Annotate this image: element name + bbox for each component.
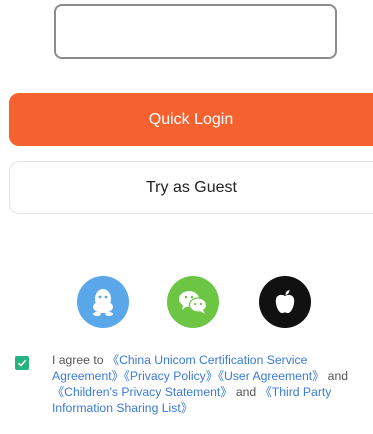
agreement-checkbox[interactable]	[15, 356, 29, 370]
qq-login-button[interactable]	[77, 276, 129, 328]
phone-input-field[interactable]	[54, 4, 337, 59]
agreement-text: I agree to 《China Unicom Certification S…	[52, 352, 372, 416]
childrens-privacy-link[interactable]: 《Children's Privacy Statement》	[52, 385, 232, 399]
quick-login-button[interactable]: Quick Login	[9, 93, 373, 146]
wechat-login-button[interactable]	[167, 276, 219, 328]
try-as-guest-button[interactable]: Try as Guest	[9, 161, 373, 214]
apple-icon	[273, 288, 297, 316]
agreement-and-1: and	[324, 369, 349, 383]
agreement-prefix: I agree to	[52, 353, 107, 367]
apple-login-button[interactable]	[259, 276, 311, 328]
wechat-icon	[178, 289, 208, 315]
check-icon	[17, 359, 27, 367]
agreement-and-2: and	[232, 385, 260, 399]
phone-input[interactable]	[56, 6, 335, 57]
user-agreement-link[interactable]: 《User Agreement》	[218, 369, 324, 383]
login-screen: Quick Login Try as Guest I agree to 《Chi…	[0, 0, 373, 434]
privacy-policy-link[interactable]: 《Privacy Policy》	[124, 369, 218, 383]
quick-login-label: Quick Login	[148, 110, 234, 128]
qq-icon	[90, 287, 116, 317]
try-as-guest-label: Try as Guest	[146, 178, 237, 196]
